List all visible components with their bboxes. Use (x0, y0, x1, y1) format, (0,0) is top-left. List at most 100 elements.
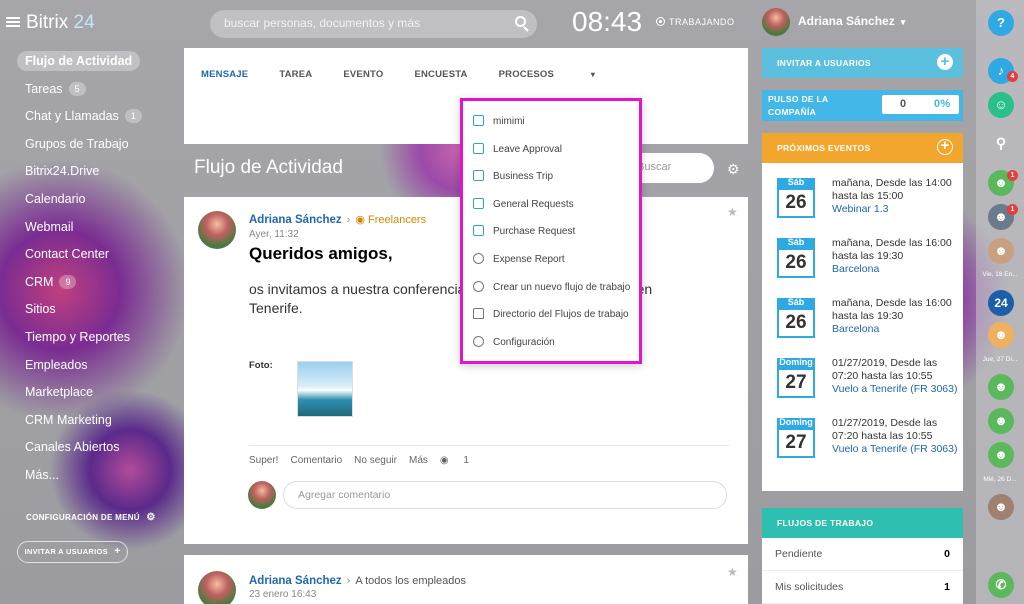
post-author[interactable]: Adriana Sánchez (249, 575, 342, 587)
sidebar-item[interactable]: Canales Abiertos (16, 436, 176, 464)
post-time[interactable]: Ayer, 11:32 (249, 229, 299, 240)
workflow-count: 0 (944, 548, 950, 560)
tab-event[interactable]: EVENTO (343, 69, 383, 80)
sidebar-item-label: CRM Marketing (25, 412, 112, 427)
tab-task[interactable]: TAREA (279, 69, 312, 80)
sidebar-item[interactable]: Chat y Llamadas 1 (16, 105, 176, 133)
event-link[interactable]: Webinar 1.3 (832, 203, 888, 215)
dropdown-item[interactable]: Purchase Request (473, 225, 575, 243)
menu-icon[interactable] (6, 17, 20, 27)
tab-processes[interactable]: PROCESOS ▾ (499, 69, 627, 80)
sidebar-item-label: Sitios (25, 302, 56, 317)
sidebar-item[interactable]: Grupos de Trabajo (16, 133, 176, 161)
sidebar-item[interactable]: Sitios (16, 298, 176, 326)
menu-config[interactable]: CONFIGURACIÓN DE MENÚ ⚙ (26, 512, 156, 523)
dropdown-item[interactable]: Directorio del Flujos de trabajo (473, 308, 629, 326)
process-icon (473, 197, 484, 209)
event-day: Doming (779, 357, 813, 367)
star-icon[interactable]: ★ (727, 205, 738, 219)
phone-icon[interactable]: ✆ (988, 572, 1014, 598)
crm-icon[interactable]: ☻ (988, 374, 1014, 400)
event-day: Sáb (787, 237, 805, 247)
dropdown-item[interactable]: Business Trip (473, 170, 553, 188)
event-link[interactable]: Barcelona (832, 263, 879, 275)
plus-icon[interactable]: + (937, 138, 953, 155)
workflow-row[interactable]: Mis solicitudes 1 (762, 571, 963, 604)
dropdown-item-label: Expense Report (493, 254, 565, 265)
sidebar-item-label: Marketplace (25, 385, 94, 400)
post-group-label: Freelancers (368, 214, 427, 226)
tab-message[interactable]: MENSAJE (201, 69, 248, 80)
sidebar-item[interactable]: Webmail (16, 216, 176, 244)
crm-icon[interactable]: ☻ (988, 442, 1014, 468)
contact-icon[interactable]: ☻ (988, 322, 1014, 348)
help-icon[interactable]: ? (988, 10, 1014, 36)
dropdown-item[interactable]: Configuración (473, 335, 555, 354)
logo[interactable]: Bitrix 24 (26, 12, 95, 34)
dropdown-item[interactable]: General Requests (473, 197, 574, 216)
invite-users-title: INVITAR A USUARIOS (777, 58, 871, 68)
sidebar-item[interactable]: Marketplace (16, 381, 176, 409)
b24-icon[interactable]: 24 (988, 290, 1014, 316)
sidebar-item[interactable]: Calendario (16, 188, 176, 216)
tab-poll[interactable]: ENCUESTA (414, 69, 467, 80)
post-group[interactable]: ◉ Freelancers (355, 214, 426, 226)
chevron-down-icon: ▾ (900, 17, 906, 28)
sidebar-item[interactable]: Empleados (16, 354, 176, 382)
comment-button[interactable]: Comentario (290, 455, 342, 466)
invite-users-panel[interactable]: INVITAR A USUARIOS + (762, 48, 963, 78)
invite-users-button[interactable]: INVITAR A USUARIOS + (17, 541, 128, 563)
contact-icon[interactable]: ☻ (988, 494, 1014, 520)
dropdown-item[interactable]: mimimi (473, 115, 525, 133)
calendar-icon: Doming 27 (777, 357, 815, 398)
post-time[interactable]: 23 enero 16:43 (249, 589, 316, 600)
sidebar-item[interactable]: Flujo de Actividad (16, 50, 176, 78)
comment-input[interactable]: Agregar comentario (283, 481, 727, 509)
post-headline: Queridos amigos, (249, 244, 393, 263)
sidebar-item[interactable]: Tiempo y Reportes (16, 326, 176, 354)
company-pulse[interactable]: PULSO DE LA COMPAÑÍA 0 0% (762, 90, 963, 121)
workflow-row[interactable]: Pendiente 0 (762, 538, 963, 571)
post-audience[interactable]: A todos los empleados (355, 575, 466, 587)
sidebar-item-label: Más... (25, 467, 60, 482)
event-text: mañana, Desde las 14:00 hasta las 15:00 W… (832, 177, 960, 216)
crm-icon[interactable]: ☻ (988, 408, 1014, 434)
post-author[interactable]: Adriana Sánchez (249, 214, 342, 226)
dropdown-item[interactable]: Expense Report (473, 253, 565, 271)
event-link[interactable]: Vuelo a Tenerife (FR 3063) (832, 443, 958, 455)
workflow-count: 1 (944, 581, 950, 593)
user-menu[interactable]: Adriana Sánchez ▾ (762, 8, 905, 36)
global-search-input[interactable]: buscar personas, documentos y más (210, 10, 537, 38)
search-icon[interactable] (515, 16, 526, 27)
workflow-label: Mis solicitudes (775, 581, 844, 593)
sidebar-item[interactable]: Tareas 5 (16, 78, 176, 106)
event-link[interactable]: Barcelona (832, 323, 879, 335)
sidebar-item-count: 1 (124, 109, 142, 124)
unfollow-button[interactable]: No seguir (354, 455, 397, 466)
menu-config-label: CONFIGURACIÓN DE MENÚ (26, 513, 140, 522)
sidebar-item-label: Webmail (25, 219, 74, 234)
avatar[interactable] (198, 571, 236, 604)
sidebar-item-label: Calendario (25, 191, 86, 206)
dropdown-item[interactable]: Leave Approval (473, 142, 562, 161)
chat-icon[interactable]: ☺ (988, 92, 1014, 118)
star-icon[interactable]: ★ (727, 565, 738, 579)
photo-thumbnail[interactable] (297, 361, 353, 417)
search-icon[interactable]: ⚲ (988, 130, 1014, 156)
dropdown-item[interactable]: Crear un nuevo flujo de trabajo (473, 280, 630, 299)
work-status[interactable]: TRABAJANDO (656, 17, 735, 27)
sidebar-item[interactable]: Contact Center (16, 243, 176, 271)
view-count-value: 1 (463, 455, 469, 466)
sidebar-item[interactable]: CRM 9 (16, 271, 176, 299)
event-link[interactable]: Vuelo a Tenerife (FR 3063) (832, 383, 958, 395)
sidebar-item[interactable]: Más... (16, 464, 176, 492)
sidebar-item[interactable]: CRM Marketing (16, 409, 176, 437)
clock[interactable]: 08:43 (572, 6, 642, 38)
contact-icon[interactable]: ☻ (988, 238, 1014, 264)
sidebar-item[interactable]: Bitrix24.Drive (16, 160, 176, 188)
plus-icon[interactable]: + (937, 54, 953, 70)
gear-icon[interactable]: ⚙ (727, 161, 740, 178)
like-button[interactable]: Super! (249, 455, 278, 466)
avatar[interactable] (198, 211, 236, 249)
more-button[interactable]: Más (409, 455, 428, 466)
